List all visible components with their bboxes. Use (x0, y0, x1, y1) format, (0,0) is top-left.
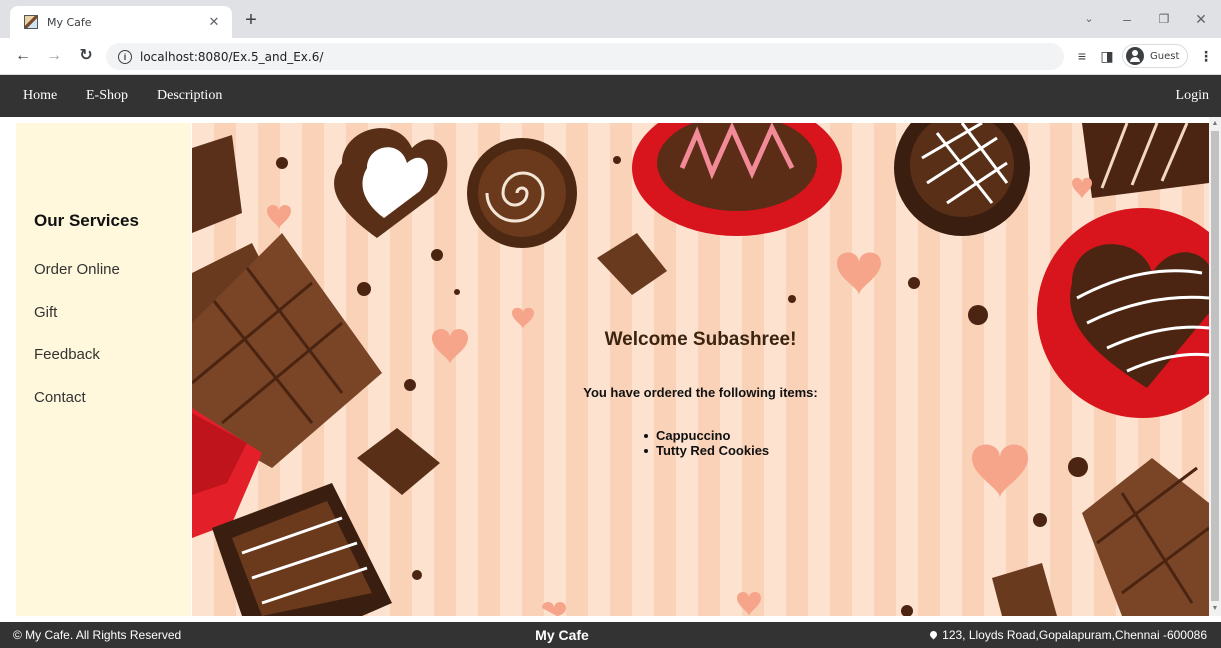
browser-toolbar: ← → ↻ i localhost:8080/Ex.5_and_Ex.6/ ≡ … (0, 38, 1221, 75)
url-text: localhost:8080/Ex.5_and_Ex.6/ (140, 49, 324, 64)
reload-button[interactable]: ↻ (75, 45, 97, 67)
scroll-thumb[interactable] (1211, 131, 1219, 601)
nav-description[interactable]: Description (157, 75, 222, 117)
info-icon[interactable]: i (118, 49, 132, 64)
site-navbar: Home E-Shop Description Login (0, 75, 1221, 117)
page-scrollbar[interactable]: ▲ ▼ (1209, 117, 1221, 616)
tab-search-icon[interactable]: ⌄ (1074, 8, 1104, 30)
list-item: Cappuccino (644, 428, 769, 443)
nav-home[interactable]: Home (23, 75, 57, 117)
sidebar-item-gift[interactable]: Gift (34, 304, 57, 321)
nav-login[interactable]: Login (1176, 75, 1209, 117)
side-panel-icon[interactable]: ◨ (1098, 46, 1116, 66)
minimize-button[interactable]: – (1112, 8, 1142, 30)
scroll-up-icon[interactable]: ▲ (1209, 119, 1221, 129)
site-footer: © My Cafe. All Rights Reserved My Cafe 1… (0, 622, 1221, 648)
swirl-chocolate (467, 138, 577, 248)
sidebar-item-contact[interactable]: Contact (34, 389, 86, 406)
sidebar-item-feedback[interactable]: Feedback (34, 346, 100, 363)
menu-icon[interactable]: ⋮ (1198, 46, 1214, 66)
chocolate-banner: Welcome Subashree! You have ordered the … (192, 123, 1209, 616)
reading-list-icon[interactable]: ≡ (1072, 46, 1092, 66)
dark-cupcake-chocolate (894, 123, 1030, 236)
ordered-items-list: Cappuccino Tutty Red Cookies (644, 428, 769, 458)
close-window-button[interactable]: ✕ (1186, 8, 1216, 30)
browser-tabstrip: My Cafe ✕ + ⌄ – ❐ ✕ (0, 0, 1221, 38)
chocolate-illustration (192, 123, 1209, 616)
sidebar-item-order-online[interactable]: Order Online (34, 261, 120, 278)
services-sidebar: Our Services Order Online Gift Feedback … (16, 123, 191, 616)
address-bar[interactable]: i localhost:8080/Ex.5_and_Ex.6/ (106, 43, 1064, 70)
profile-button[interactable]: Guest (1122, 44, 1188, 68)
restore-button[interactable]: ❐ (1149, 8, 1179, 30)
nav-eshop[interactable]: E-Shop (86, 75, 128, 117)
footer-address-text: 123, Lloyds Road,Gopalapuram,Chennai -60… (942, 628, 1207, 642)
scroll-down-icon[interactable]: ▼ (1209, 604, 1221, 614)
favicon-icon (24, 15, 38, 29)
sidebar-heading: Our Services (34, 211, 139, 230)
guest-avatar-icon (1126, 47, 1144, 65)
browser-tab[interactable]: My Cafe ✕ (10, 6, 232, 38)
welcome-heading: Welcome Subashree! (604, 329, 797, 350)
list-item: Tutty Red Cookies (644, 443, 769, 458)
location-pin-icon (928, 629, 939, 640)
tab-title: My Cafe (47, 15, 92, 29)
red-cupcake-chocolate (632, 123, 842, 236)
ordered-intro: You have ordered the following items: (583, 385, 818, 400)
close-tab-icon[interactable]: ✕ (206, 14, 222, 30)
heart-chocolate (334, 128, 448, 238)
new-tab-button[interactable]: + (238, 8, 264, 34)
back-button[interactable]: ← (12, 45, 34, 67)
footer-address: 123, Lloyds Road,Gopalapuram,Chennai -60… (928, 622, 1207, 648)
forward-button[interactable]: → (43, 45, 65, 67)
profile-label: Guest (1150, 50, 1180, 62)
